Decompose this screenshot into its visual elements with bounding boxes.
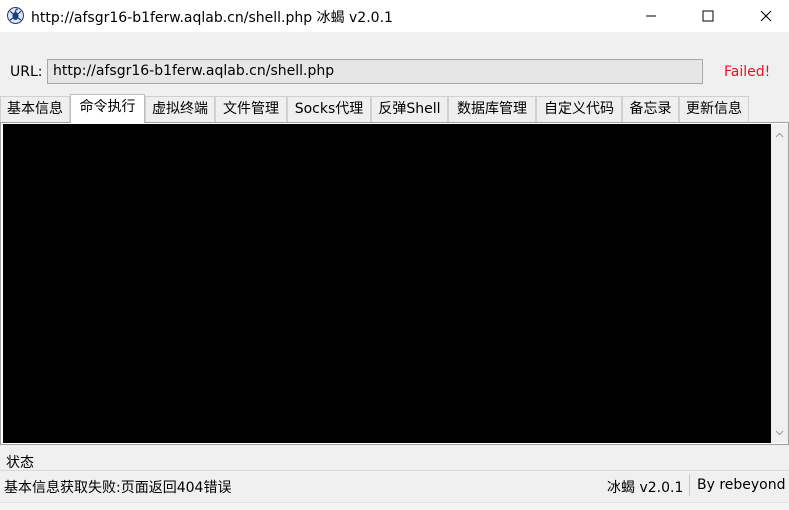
- tab-custom-code[interactable]: 自定义代码: [536, 96, 622, 122]
- tab-file-manager[interactable]: 文件管理: [215, 96, 287, 122]
- tab-bar: 基本信息 命令执行 虚拟终端 文件管理 Socks代理 反弹Shell 数据库管…: [0, 94, 789, 123]
- url-field[interactable]: http://afsgr16-b1ferw.aqlab.cn/shell.php: [47, 59, 703, 84]
- status-divider: [0, 470, 789, 471]
- minimize-button[interactable]: [628, 0, 674, 32]
- close-button[interactable]: [743, 0, 789, 32]
- connection-status: Failed!: [724, 64, 771, 80]
- tab-update-info[interactable]: 更新信息: [679, 96, 749, 122]
- chevron-down-icon: [775, 430, 784, 435]
- scroll-up-button[interactable]: [771, 126, 788, 143]
- scroll-down-button[interactable]: [771, 424, 788, 441]
- close-icon: [760, 10, 772, 22]
- window-title: http://afsgr16-b1ferw.aqlab.cn/shell.php…: [31, 10, 393, 26]
- command-output-area[interactable]: [3, 124, 771, 443]
- status-separator: [689, 474, 690, 496]
- status-heading: 状态: [6, 455, 34, 471]
- tab-command-exec[interactable]: 命令执行: [70, 94, 145, 123]
- maximize-button[interactable]: [685, 0, 731, 32]
- minimize-icon: [646, 15, 656, 17]
- tab-memo[interactable]: 备忘录: [622, 96, 679, 122]
- tab-virtual-terminal[interactable]: 虚拟终端: [145, 96, 215, 122]
- chevron-up-icon: [775, 132, 784, 137]
- tab-basic-info[interactable]: 基本信息: [0, 96, 70, 122]
- tab-reverse-shell[interactable]: 反弹Shell: [371, 96, 448, 122]
- vertical-scrollbar[interactable]: [771, 124, 788, 443]
- title-bar: http://afsgr16-b1ferw.aqlab.cn/shell.php…: [0, 0, 789, 32]
- tab-database-manager[interactable]: 数据库管理: [448, 96, 536, 122]
- maximize-icon: [702, 10, 714, 22]
- url-label: URL:: [10, 64, 43, 80]
- author-label: By rebeyond: [697, 477, 786, 493]
- version-label: 冰蝎 v2.0.1: [607, 480, 684, 496]
- scorpion-icon: [7, 7, 24, 24]
- tab-socks-proxy[interactable]: Socks代理: [287, 96, 371, 122]
- status-message: 基本信息获取失败:页面返回404错误: [4, 480, 232, 496]
